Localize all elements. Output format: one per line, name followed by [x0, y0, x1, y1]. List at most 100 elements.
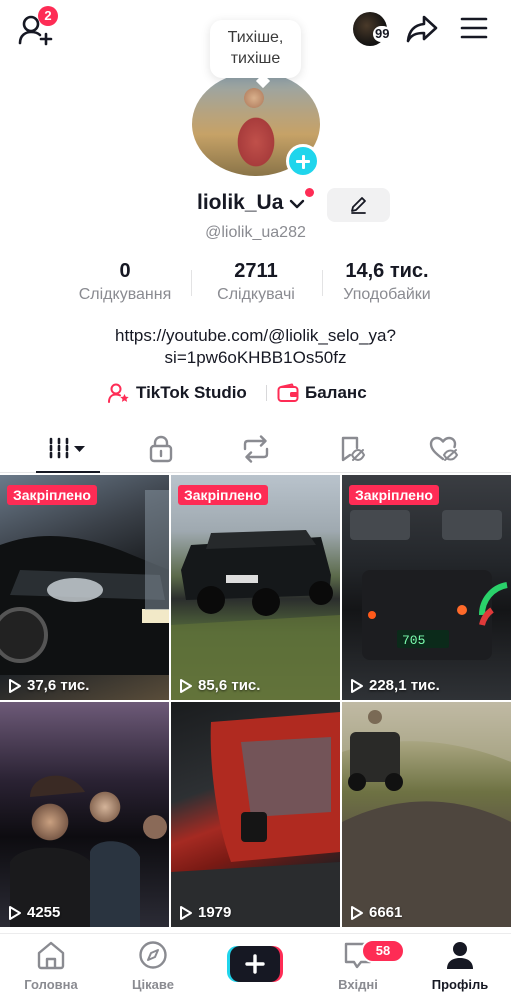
nav-home-label: Головна [24, 977, 78, 992]
view-count: 228,1 тис. [350, 677, 440, 694]
stat-followers-value: 2711 [234, 260, 278, 282]
username[interactable]: liolik_Ua [197, 191, 283, 215]
play-outline-icon [180, 678, 192, 693]
create-plus-icon [227, 946, 283, 982]
view-count-value: 6661 [369, 904, 403, 921]
video-thumbnail[interactable]: 6661 [342, 702, 511, 927]
hamburger-icon [460, 17, 488, 39]
wallet-icon [277, 383, 299, 402]
status-bubble-line1: Тихіше, [227, 29, 284, 46]
add-story-plus-icon[interactable] [286, 144, 320, 178]
bio-line-1: https://youtube.com/@liolik_selo_ya? [115, 326, 396, 345]
view-count: 1979 [179, 904, 231, 921]
balance-label: Баланс [305, 383, 367, 402]
tab-private[interactable] [131, 425, 191, 473]
name-row: liolik_Ua [0, 188, 511, 222]
thumbnail-art [10, 775, 167, 927]
notification-badge: 2 [38, 6, 58, 26]
chevron-down-icon[interactable] [289, 196, 305, 212]
stat-likes-label: Уподобайки [343, 286, 431, 303]
video-grid: Закріплено 37,6 тис. Закріплено 85,6 тис… [0, 475, 511, 928]
home-icon [37, 941, 65, 970]
thumbnail-art [171, 712, 340, 927]
play-outline-icon [351, 905, 363, 920]
nav-profile-label: Профіль [431, 977, 489, 992]
compass-icon [139, 941, 167, 969]
video-thumbnail[interactable]: Закріплено 37,6 тис. [0, 475, 169, 700]
thumbnail-art [342, 702, 511, 927]
create-button[interactable] [227, 946, 283, 982]
content-tabs [0, 425, 511, 473]
nav-profile[interactable]: Профіль [415, 940, 505, 992]
view-count-value: 85,6 тис. [198, 677, 261, 694]
active-tab-indicator [36, 471, 100, 473]
stat-followers-label: Слідкувачі [217, 286, 295, 303]
inbox-badge: 58 [361, 939, 405, 963]
add-friends-button[interactable]: 2 [18, 6, 58, 46]
play-outline-icon [9, 678, 21, 693]
stat-following-value: 0 [119, 260, 131, 282]
thumbnail-art [171, 530, 340, 700]
view-count-value: 37,6 тис. [27, 677, 90, 694]
unread-dot [305, 188, 314, 197]
view-count: 6661 [350, 904, 402, 921]
video-thumbnail[interactable]: 1979 [171, 702, 340, 927]
view-count-value: 1979 [198, 904, 232, 921]
lock-icon [149, 435, 173, 463]
creator-links: TikTok Studio Баланс [0, 380, 511, 406]
nav-inbox-label: Вхідні [338, 977, 378, 992]
bottom-navigation: Головна Цікаве Вхідні 58 Профіль [0, 933, 511, 999]
tab-liked[interactable] [414, 425, 474, 473]
view-count-value: 4255 [27, 904, 61, 921]
tiktok-studio-label: TikTok Studio [136, 383, 247, 402]
tab-videos[interactable] [38, 425, 98, 473]
stat-likes-value: 14,6 тис. [345, 260, 429, 282]
bio-link[interactable]: https://youtube.com/@liolik_selo_ya? si=… [0, 325, 511, 369]
play-outline-icon [180, 905, 192, 920]
links-divider [266, 385, 267, 401]
nav-discover-label: Цікаве [132, 977, 174, 992]
thumbnail-art: 705 [350, 510, 508, 660]
stat-following-label: Слідкування [78, 286, 172, 303]
pencil-icon [351, 197, 366, 214]
repost-icon [243, 435, 269, 463]
play-outline-icon [351, 678, 363, 693]
view-count-value: 228,1 тис. [369, 677, 440, 694]
videos-grid-icon [49, 437, 85, 461]
thumbnail-art [0, 490, 169, 675]
profile-person-icon [447, 942, 473, 969]
tiktok-studio-link[interactable]: TikTok Studio [108, 380, 247, 406]
bio-line-2: si=1pw6oKHBB1Os50fz [164, 348, 347, 367]
profile-avatar-wrap [192, 72, 320, 178]
video-thumbnail[interactable]: Закріплено 85,6 тис. [171, 475, 340, 700]
user-handle: @liolik_ua282 [205, 224, 306, 241]
edit-profile-button[interactable] [327, 188, 390, 222]
stat-likes[interactable]: 14,6 тис. Уподобайки [322, 258, 452, 306]
profile-stats: 0 Слідкування 2711 Слідкувачі 14,6 тис. … [60, 258, 452, 308]
creator-person-star-icon [108, 383, 129, 403]
tab-reposts[interactable] [226, 425, 286, 473]
pinned-badge: Закріплено [178, 485, 268, 505]
view-count: 4255 [8, 904, 60, 921]
status-bubble-line2: тихіше [230, 50, 281, 67]
status-bubble[interactable]: Тихіше, тихіше [210, 20, 301, 78]
nav-discover[interactable]: Цікаве [108, 940, 198, 992]
pinned-badge: Закріплено [7, 485, 97, 505]
story-count: 99 [373, 26, 392, 42]
stat-following[interactable]: 0 Слідкування [60, 258, 190, 306]
menu-button[interactable] [460, 16, 488, 40]
share-profile-button[interactable] [406, 14, 438, 44]
nav-home[interactable]: Головна [6, 940, 96, 992]
video-thumbnail[interactable]: 705 Закріплено 228,1 тис. [342, 475, 511, 700]
view-count: 85,6 тис. [179, 677, 260, 694]
pinned-badge: Закріплено [349, 485, 439, 505]
view-count: 37,6 тис. [8, 677, 89, 694]
balance-link[interactable]: Баланс [277, 380, 367, 406]
video-thumbnail[interactable]: 4255 [0, 702, 169, 927]
share-arrow-icon [406, 15, 438, 43]
play-outline-icon [9, 905, 21, 920]
stat-followers[interactable]: 2711 Слідкувачі [191, 258, 321, 306]
tab-favorites[interactable] [322, 425, 382, 473]
heart-hidden-icon [429, 436, 459, 461]
bookmark-hidden-icon [341, 436, 366, 462]
